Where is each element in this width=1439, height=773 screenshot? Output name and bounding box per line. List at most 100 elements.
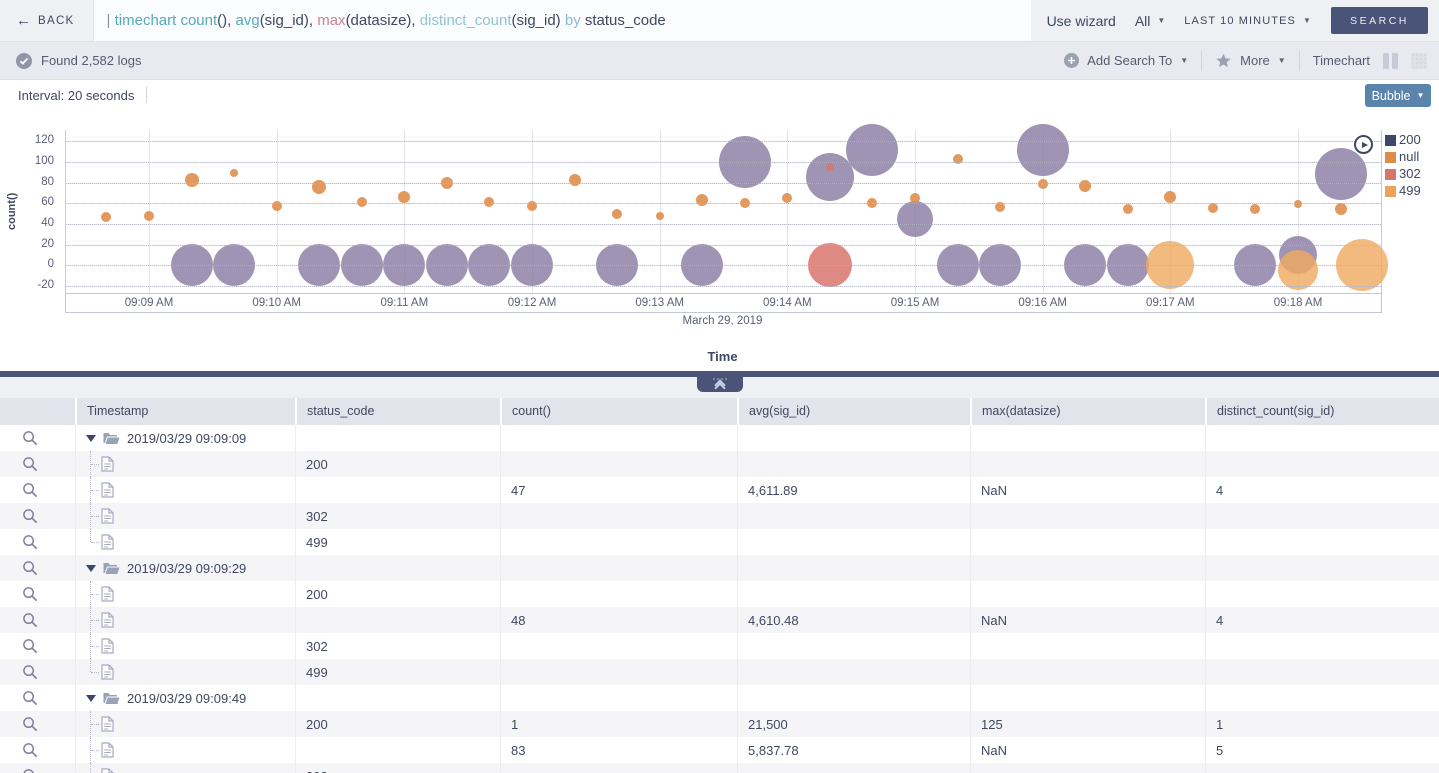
bubble-200[interactable] xyxy=(1017,124,1069,176)
bubble-null[interactable] xyxy=(1294,200,1302,208)
table-row[interactable]: 484,610.48NaN4 xyxy=(0,607,1439,633)
row-search-cell[interactable] xyxy=(0,425,75,451)
table-row[interactable]: 2019/03/29 09:09:49 xyxy=(0,685,1439,711)
row-search-cell[interactable] xyxy=(0,633,75,659)
bubble-200[interactable] xyxy=(846,124,898,176)
bubble-null[interactable] xyxy=(782,193,792,203)
bubble-null[interactable] xyxy=(185,173,199,187)
column-header[interactable]: status_code xyxy=(295,398,500,425)
table-row[interactable]: 2019/03/29 09:09:29 xyxy=(0,555,1439,581)
row-search-cell[interactable] xyxy=(0,477,75,503)
caret-down-icon[interactable] xyxy=(86,695,96,702)
bubble-null[interactable] xyxy=(230,169,238,177)
double-chevron-up-icon xyxy=(716,381,724,392)
search-log-icon[interactable] xyxy=(22,768,38,773)
bubble-null[interactable] xyxy=(1208,203,1218,213)
table-row[interactable]: 302 xyxy=(0,633,1439,659)
search-log-icon[interactable] xyxy=(22,612,38,628)
chevron-down-icon: ▼ xyxy=(1303,16,1312,25)
bubble-null[interactable] xyxy=(101,212,111,222)
caret-down-icon[interactable] xyxy=(86,565,96,572)
row-search-cell[interactable] xyxy=(0,711,75,737)
search-log-icon[interactable] xyxy=(22,430,38,446)
table-row[interactable]: 200 xyxy=(0,581,1439,607)
row-search-cell[interactable] xyxy=(0,763,75,773)
legend-item-302[interactable]: 302 xyxy=(1385,166,1421,182)
row-search-cell[interactable] xyxy=(0,503,75,529)
bubble-null[interactable] xyxy=(569,174,581,186)
bubble-null[interactable] xyxy=(484,197,494,207)
chart-type-dropdown[interactable]: Bubble ▼ xyxy=(1365,84,1431,107)
bubble-null[interactable] xyxy=(1079,180,1091,192)
search-log-icon[interactable] xyxy=(22,560,38,576)
table-row[interactable]: 302 xyxy=(0,503,1439,529)
column-header[interactable]: distinct_count(sig_id) xyxy=(1205,398,1439,425)
row-search-cell[interactable] xyxy=(0,451,75,477)
bubble-null[interactable] xyxy=(656,212,664,220)
table-row[interactable]: 200 xyxy=(0,451,1439,477)
column-header[interactable]: max(datasize) xyxy=(970,398,1205,425)
legend-item-499[interactable]: 499 xyxy=(1385,183,1421,199)
bubble-null[interactable] xyxy=(1038,179,1048,189)
query-input[interactable]: | timechart count(), avg(sig_id), max(da… xyxy=(93,0,1031,41)
bubble-null[interactable] xyxy=(357,197,367,207)
legend-item-200[interactable]: 200 xyxy=(1385,132,1421,148)
search-log-icon[interactable] xyxy=(22,534,38,550)
search-log-icon[interactable] xyxy=(22,456,38,472)
use-wizard-link[interactable]: Use wizard xyxy=(1047,13,1116,29)
value-cell xyxy=(1205,451,1439,477)
column-header[interactable]: avg(sig_id) xyxy=(737,398,970,425)
search-log-icon[interactable] xyxy=(22,508,38,524)
column-header[interactable]: count() xyxy=(500,398,737,425)
bubble-null[interactable] xyxy=(1335,203,1347,215)
bubble-null[interactable] xyxy=(398,191,410,203)
play-chart-icon[interactable] xyxy=(1354,135,1373,154)
caret-down-icon[interactable] xyxy=(86,435,96,442)
bubble-null[interactable] xyxy=(1123,204,1133,214)
back-button[interactable]: ← BACK xyxy=(0,0,93,41)
search-log-icon[interactable] xyxy=(22,690,38,706)
row-search-cell[interactable] xyxy=(0,685,75,711)
table-row[interactable]: 200121,5001251 xyxy=(0,711,1439,737)
table-row[interactable]: 474,611.89NaN4 xyxy=(0,477,1439,503)
bubble-499[interactable] xyxy=(1278,250,1318,290)
scope-dropdown[interactable]: All ▼ xyxy=(1135,13,1165,29)
table-row[interactable]: 499 xyxy=(0,659,1439,685)
bubble-null[interactable] xyxy=(144,211,154,221)
pause-bars-icon[interactable] xyxy=(1383,53,1398,69)
table-row[interactable]: 302 xyxy=(0,763,1439,773)
row-search-cell[interactable] xyxy=(0,555,75,581)
add-search-to-button[interactable]: Add Search To ▼ xyxy=(1064,53,1188,68)
search-log-icon[interactable] xyxy=(22,742,38,758)
bubble-200[interactable] xyxy=(1315,148,1367,200)
legend-swatch xyxy=(1385,152,1396,163)
bubble-200[interactable] xyxy=(806,153,854,201)
search-button[interactable]: SEARCH xyxy=(1331,7,1428,34)
value-cell: 83 xyxy=(500,737,737,763)
table-row[interactable]: 2019/03/29 09:09:09 xyxy=(0,425,1439,451)
bubble-null[interactable] xyxy=(1164,191,1176,203)
time-range-dropdown[interactable]: LAST 10 MINUTES ▼ xyxy=(1184,15,1312,27)
bubble-null[interactable] xyxy=(1250,204,1260,214)
legend-item-null[interactable]: null xyxy=(1385,149,1421,165)
search-log-icon[interactable] xyxy=(22,716,38,732)
table-row[interactable]: 499 xyxy=(0,529,1439,555)
row-search-cell[interactable] xyxy=(0,529,75,555)
more-menu-button[interactable]: More ▼ xyxy=(1215,53,1286,69)
search-log-icon[interactable] xyxy=(22,638,38,654)
bubble-null[interactable] xyxy=(612,209,622,219)
search-log-icon[interactable] xyxy=(22,586,38,602)
search-log-icon[interactable] xyxy=(22,482,38,498)
dotted-square-icon[interactable] xyxy=(1411,53,1427,69)
search-log-icon[interactable] xyxy=(22,664,38,680)
row-search-cell[interactable] xyxy=(0,607,75,633)
row-search-cell[interactable] xyxy=(0,659,75,685)
table-row[interactable]: 835,837.78NaN5 xyxy=(0,737,1439,763)
bubble-null[interactable] xyxy=(696,194,708,206)
row-search-cell[interactable] xyxy=(0,581,75,607)
column-header[interactable]: Timestamp xyxy=(75,398,295,425)
bubble-302[interactable] xyxy=(826,163,834,171)
bubble-200[interactable] xyxy=(897,201,933,237)
collapse-chart-handle[interactable] xyxy=(697,377,743,392)
row-search-cell[interactable] xyxy=(0,737,75,763)
